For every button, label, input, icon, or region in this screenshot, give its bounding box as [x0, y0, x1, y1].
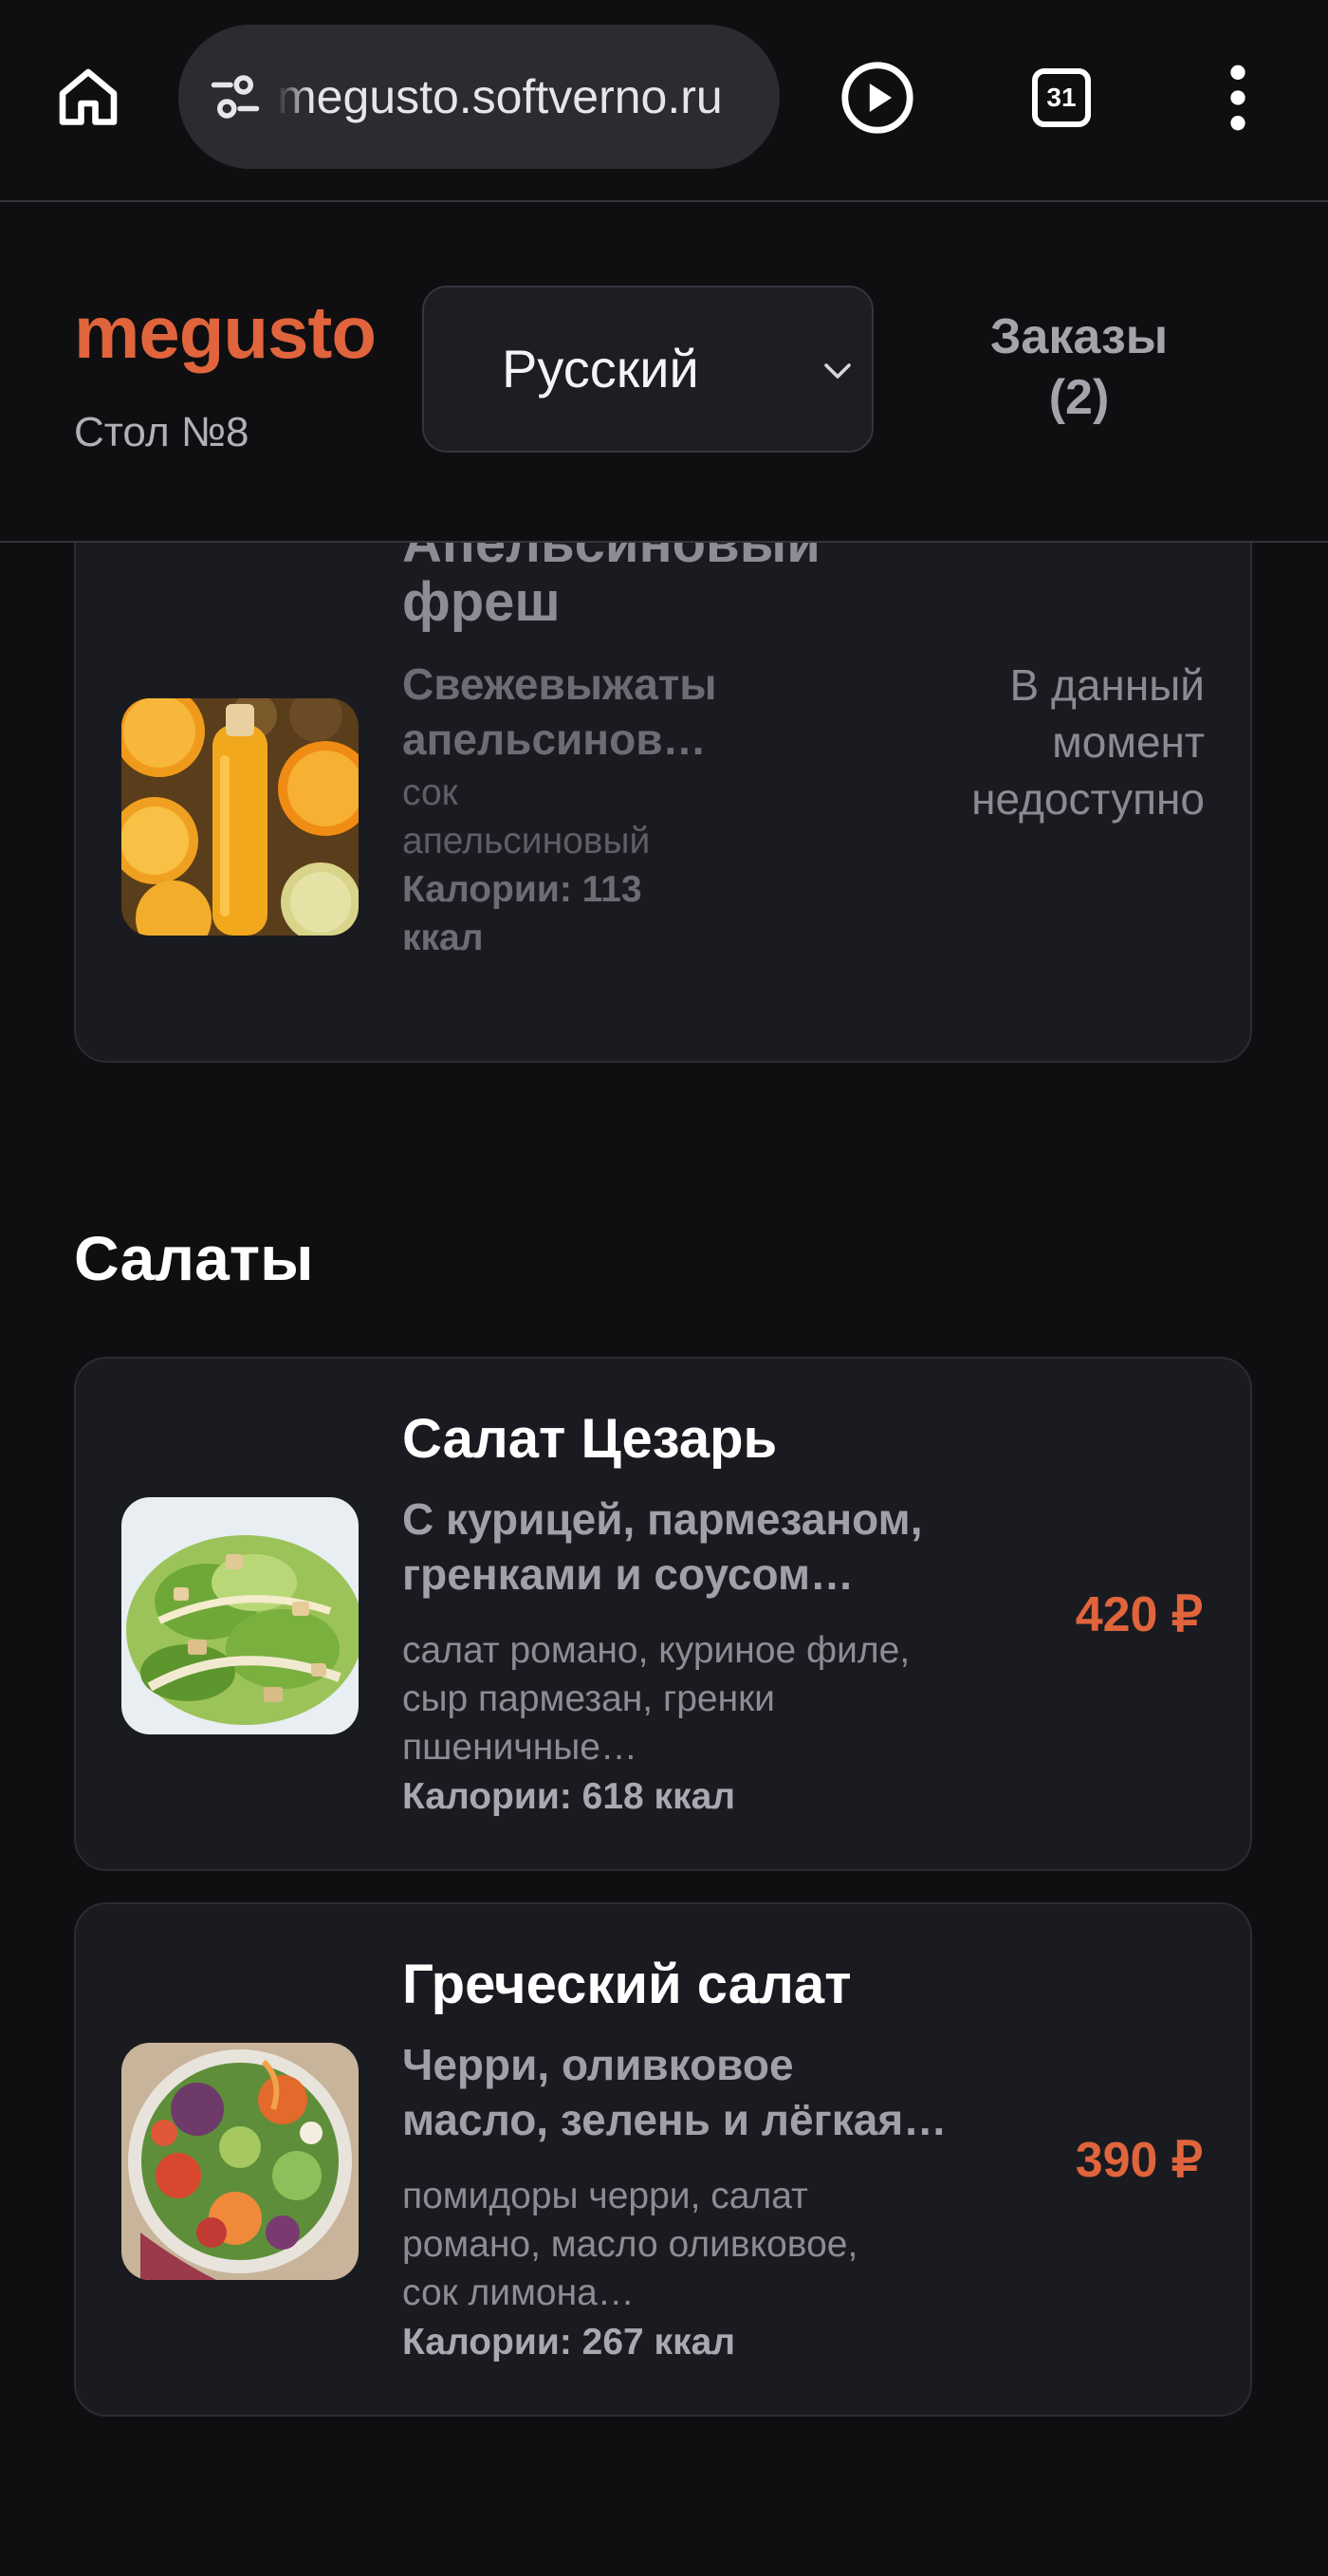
more-vert-icon — [1230, 65, 1245, 131]
home-icon — [59, 68, 118, 125]
tabs-icon: 31 — [1032, 68, 1091, 127]
orders-label: Заказы — [989, 309, 1169, 364]
item-description: С курицей, пармезаном, гренками и соусом… — [402, 1494, 923, 1599]
item-image-orange-juice — [121, 698, 359, 936]
item-image-greek-salad — [121, 2043, 359, 2280]
table-number: Стол №8 — [74, 409, 249, 455]
browser-toolbar: megusto.softverno.ru 31 — [0, 0, 1328, 201]
home-button[interactable] — [46, 55, 131, 140]
site-header: megusto Стол №8 Русский Заказы (2) — [0, 202, 1328, 542]
menu-item-card[interactable]: Апельсиновый фреш Свежевыжаты апельсинов… — [74, 543, 1252, 1063]
item-name: Салат Цезарь — [402, 1408, 778, 1470]
item-name: Апельсиновый фреш — [402, 543, 821, 633]
item-ingredients: помидоры черри, салат романо, масло олив… — [402, 2176, 858, 2313]
menu-content[interactable]: Апельсиновый фреш Свежевыжаты апельсинов… — [0, 543, 1328, 2576]
section-title-salads: Салаты — [74, 1223, 314, 1293]
orders-button[interactable]: Заказы (2) — [958, 306, 1200, 428]
play-icon — [841, 62, 913, 134]
tune-icon[interactable] — [207, 68, 264, 125]
address-bar[interactable]: megusto.softverno.ru — [178, 25, 780, 169]
item-description: Черри, оливковое масло, зелень и лёгкая… — [402, 2040, 948, 2144]
browser-menu-button[interactable] — [1195, 55, 1281, 140]
play-button[interactable] — [835, 55, 920, 140]
item-calories: Калории: 618 ккал — [402, 1776, 736, 1817]
item-ingredients: салат романо, куриное филе, сыр пармезан… — [402, 1630, 911, 1768]
item-calories: Калории: 113 ккал — [402, 869, 642, 958]
item-name: Греческий салат — [402, 1954, 852, 2015]
item-calories: Калории: 267 ккал — [402, 2322, 736, 2363]
language-select[interactable]: Русский — [422, 286, 874, 453]
brand-logo[interactable]: megusto — [74, 289, 377, 376]
orders-count: (2) — [1048, 370, 1110, 425]
language-value: Русский — [502, 339, 699, 398]
item-price: 390 ₽ — [1075, 2133, 1203, 2188]
chevron-down-icon — [824, 363, 851, 379]
unavailable-status: В данный момент недоступно — [971, 660, 1205, 824]
menu-item-card[interactable]: Салат Цезарь С курицей, пармезаном, грен… — [74, 1357, 1252, 1871]
item-price: 420 ₽ — [1075, 1587, 1203, 1642]
tab-switcher-button[interactable]: 31 — [1019, 55, 1104, 140]
item-image-caesar — [121, 1497, 359, 1734]
menu-item-card[interactable]: Греческий салат Черри, оливковое масло, … — [74, 1902, 1252, 2417]
url-text[interactable]: megusto.softverno.ru — [277, 68, 770, 125]
